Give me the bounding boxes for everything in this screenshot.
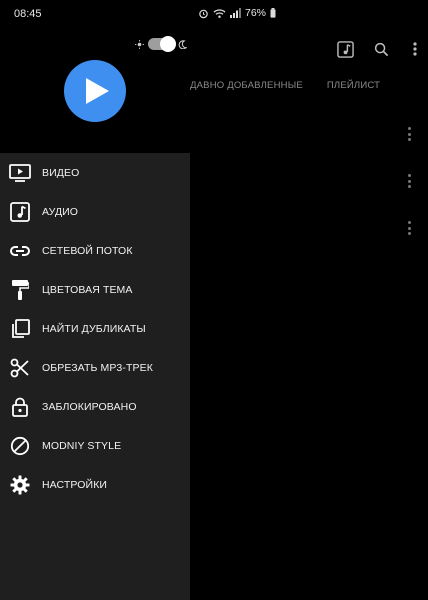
battery-icon [270,8,276,18]
wifi-icon [213,8,226,18]
search-icon [374,42,388,56]
more-options-button[interactable] [402,38,428,60]
drawer-item-label: ЦВЕТОВАЯ ТЕМА [42,284,133,296]
music-note-icon [9,201,31,223]
scissors-icon [9,357,31,379]
link-icon [9,240,31,262]
toggle-track[interactable] [148,36,176,52]
tab-bar: ДАВНО ДОБАВЛЕННЫЕ ПЛЕЙЛИСТ [190,80,380,91]
row-more-button[interactable] [404,174,414,188]
status-bar: 08:45 76% [0,0,428,30]
drawer-item-label: ЗАБЛОКИРОВАНО [42,401,137,413]
drawer-item-audio[interactable]: АУДИО [0,194,190,230]
drawer-item-label: MODNIY STYLE [42,440,122,452]
status-time: 08:45 [14,8,42,20]
drawer-item-modniy-style[interactable]: MODNIY STYLE [0,428,190,464]
copy-icon [9,318,31,340]
drawer-item-label: ВИДЕО [42,167,80,179]
drawer-item-trim-mp3[interactable]: ОБРЕЗАТЬ MP3-ТРЕК [0,350,190,386]
lock-icon [9,396,31,418]
more-vert-icon [407,221,411,224]
alarm-icon [199,9,208,18]
paint-roller-icon [9,279,31,301]
now-playing-button[interactable] [332,38,358,60]
moon-icon [178,39,187,49]
search-button[interactable] [368,38,394,60]
drawer-item-label: НАЙТИ ДУБЛИКАТЫ [42,323,146,335]
drawer-item-label: НАСТРОЙКИ [42,479,108,491]
battery-percent: 76% [245,7,267,19]
block-icon [9,435,31,457]
drawer-item-color-theme[interactable]: ЦВЕТОВАЯ ТЕМА [0,272,190,308]
drawer-item-blocked[interactable]: ЗАБЛОКИРОВАНО [0,389,190,425]
drawer-item-label: ОБРЕЗАТЬ MP3-ТРЕК [42,362,153,374]
drawer-item-label: СЕТЕВОЙ ПОТОК [42,245,133,257]
row-more-button[interactable] [404,127,414,141]
signal-icon [230,8,241,18]
more-vert-icon [407,174,411,177]
drawer-item-network-stream[interactable]: СЕТЕВОЙ ПОТОК [0,233,190,269]
drawer-item-find-duplicates[interactable]: НАЙТИ ДУБЛИКАТЫ [0,311,190,347]
row-more-button[interactable] [404,221,414,235]
gear-icon [9,474,31,496]
play-icon [86,78,109,104]
drawer-item-settings[interactable]: НАСТРОЙКИ [0,467,190,503]
drawer-item-label: АУДИО [42,206,79,218]
drawer-item-video[interactable]: ВИДЕО [0,155,190,191]
sun-icon [135,39,144,49]
app-logo-play [64,60,126,122]
navigation-drawer: ВИДЕО АУДИО СЕТЕВОЙ ПОТОК ЦВЕТОВАЯ ТЕМА … [0,153,190,600]
music-note-icon [336,40,354,58]
status-icons: 76% [198,7,276,19]
toggle-knob [160,36,176,52]
more-vert-icon [407,127,411,130]
more-vert-icon [413,42,417,56]
video-icon [9,162,31,184]
toolbar-actions [332,38,428,60]
tab-recently-added[interactable]: ДАВНО ДОБАВЛЕННЫЕ [190,80,303,91]
tab-playlist[interactable]: ПЛЕЙЛИСТ [327,80,380,91]
theme-toggle[interactable] [135,36,187,52]
